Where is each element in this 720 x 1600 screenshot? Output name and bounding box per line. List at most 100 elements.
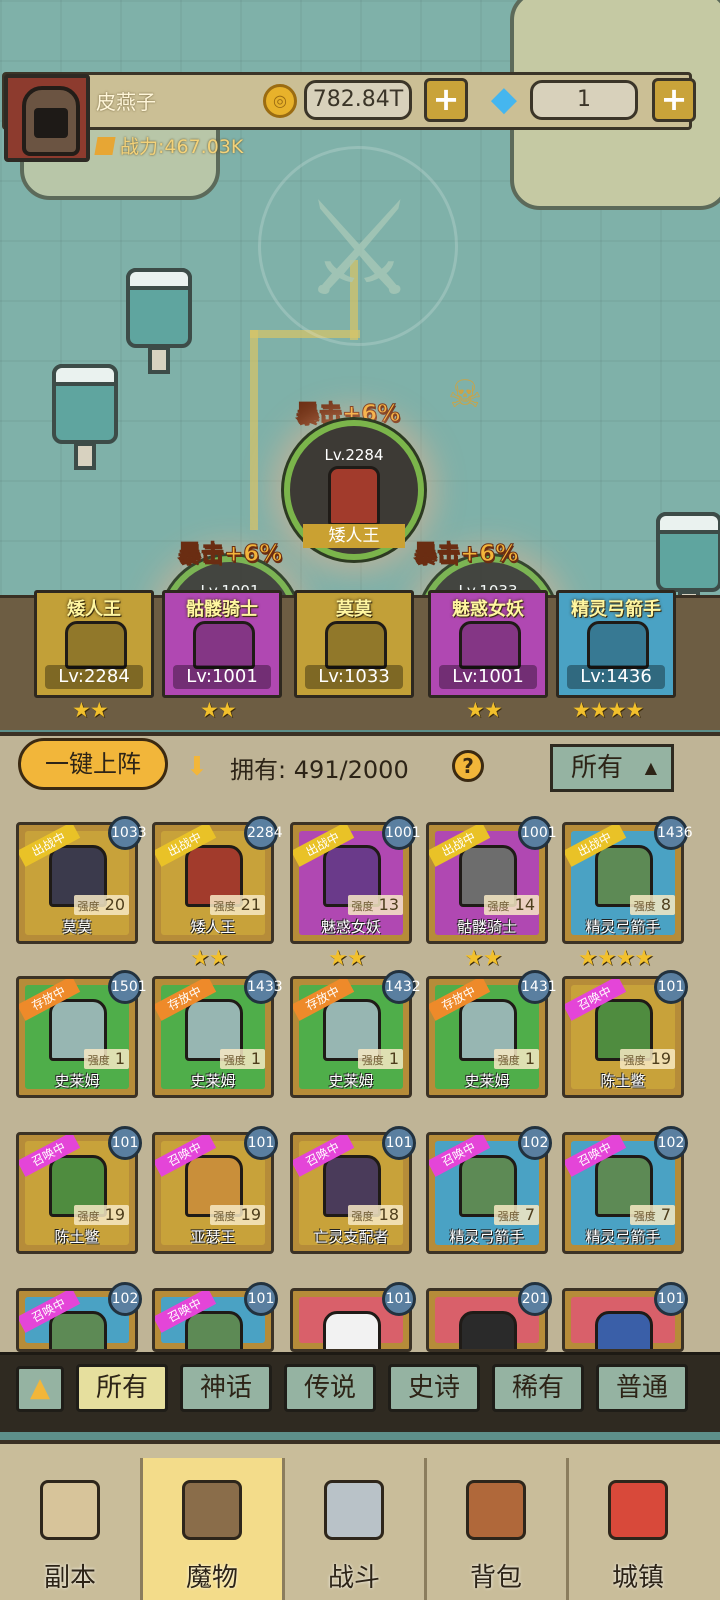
strength-value: 20	[99, 895, 125, 914]
battle-swords-icon[interactable]: ⚔	[258, 146, 458, 346]
leader-name: 矮人王	[302, 524, 406, 548]
deployed-level: Lv:1033	[305, 665, 403, 689]
level-badge: 1001	[518, 816, 557, 850]
dwarf-king-figure	[328, 466, 380, 526]
owned-value: 491/2000	[293, 756, 409, 784]
level-badge: 2284	[244, 816, 283, 850]
strength-label: 强度	[77, 1210, 100, 1223]
strength-value: 19	[235, 1205, 261, 1224]
monster-name: 史莱姆	[464, 1072, 510, 1090]
nav-item[interactable]: 副本	[0, 1458, 140, 1600]
crit-bonus-label: 暴击+6%	[177, 541, 283, 568]
deployed-card[interactable]: 莫莫 Lv:1033	[294, 590, 414, 698]
monster-name: 精灵弓箭手	[585, 918, 661, 936]
star-rating: ★★★★	[578, 946, 654, 971]
monster-figure	[193, 621, 255, 669]
player-name: 皮燕子	[96, 90, 156, 114]
strength-badge: 强度 8	[629, 895, 675, 915]
nav-label: 城镇	[611, 1563, 664, 1593]
rarity-tab[interactable]: 传说	[284, 1364, 376, 1412]
level-badge: 1501	[108, 970, 147, 1004]
swords-icon	[324, 1480, 384, 1540]
nav-divider	[424, 1458, 427, 1600]
snowy-tree	[126, 268, 192, 378]
strength-label: 强度	[87, 1054, 110, 1067]
level-badge: 1433	[244, 970, 283, 1004]
strength-badge: 强度 14	[483, 895, 539, 915]
player-avatar[interactable]	[4, 74, 90, 162]
question-icon[interactable]: ?	[452, 750, 484, 782]
auto-deploy-button[interactable]: 一键上阵	[18, 738, 168, 790]
helmet-icon	[182, 1480, 242, 1540]
nav-label: 战斗	[327, 1563, 380, 1593]
rarity-tab[interactable]: 神话	[180, 1364, 272, 1412]
level-badge: 1432	[382, 970, 421, 1004]
deployed-card[interactable]: 骷髅骑士 Lv:1001	[162, 590, 282, 698]
map-icon	[40, 1480, 100, 1540]
monster-figure	[65, 621, 127, 669]
strength-label: 强度	[633, 1210, 656, 1223]
leader-bubble[interactable]: Lv.2284 矮人王	[284, 420, 424, 560]
strength-label: 强度	[633, 900, 656, 913]
monster-figure	[185, 1311, 243, 1349]
collapse-arrow-icon[interactable]: ▲	[16, 1366, 64, 1412]
strength-value: 19	[99, 1205, 125, 1224]
filter-dropdown[interactable]: 所有 ▲	[550, 744, 674, 792]
deployed-card[interactable]: 矮人王 Lv:2284	[34, 590, 154, 698]
leader-level: Lv.2284	[324, 446, 384, 464]
strength-label: 强度	[351, 900, 374, 913]
level-badge: 1436	[654, 816, 693, 850]
strength-label: 强度	[623, 1054, 646, 1067]
monster-figure	[49, 1311, 107, 1349]
nav-label: 背包	[469, 1563, 522, 1593]
strength-value: 7	[655, 1205, 671, 1224]
owned-label: 拥有:	[230, 756, 287, 784]
rarity-tab[interactable]: 史诗	[388, 1364, 480, 1412]
rarity-tab[interactable]: 普通	[596, 1364, 688, 1412]
level-badge: 1431	[518, 970, 557, 1004]
deployed-name: 莫莫	[336, 599, 372, 620]
nav-item[interactable]: 城镇	[568, 1458, 708, 1600]
map-path	[250, 330, 258, 530]
gold-amount: 782.84T	[304, 80, 412, 120]
deployed-level: Lv:2284	[45, 665, 143, 689]
backpack-icon	[466, 1480, 526, 1540]
star-rating: ★★★★	[572, 698, 644, 722]
nav-item[interactable]: 战斗	[284, 1458, 424, 1600]
strength-value: 13	[373, 895, 399, 914]
strength-value: 1	[519, 1049, 535, 1068]
nav-divider	[282, 1458, 285, 1600]
monster-name: 陈土鳖	[54, 1228, 100, 1246]
nav-divider	[140, 1458, 143, 1600]
level-badge: 101	[244, 1282, 278, 1316]
strength-value: 1	[383, 1049, 399, 1068]
level-badge: 101	[382, 1282, 416, 1316]
deployed-card[interactable]: 精灵弓箭手 Lv:1436	[556, 590, 676, 698]
level-badge: 101	[654, 970, 688, 1004]
strength-badge: 强度 1	[83, 1049, 129, 1069]
rarity-tab[interactable]: 稀有	[492, 1364, 584, 1412]
strength-label: 强度	[361, 1054, 384, 1067]
level-badge: 101	[244, 1126, 278, 1160]
deployed-name: 矮人王	[67, 599, 121, 620]
deployed-name: 精灵弓箭手	[571, 599, 661, 620]
strength-value: 14	[509, 895, 535, 914]
add-gem-button[interactable]: +	[652, 78, 696, 122]
nav-label: 副本	[43, 1563, 96, 1593]
deployed-name: 骷髅骑士	[186, 599, 258, 620]
level-badge: 102	[654, 1126, 688, 1160]
nav-item[interactable]: 魔物	[142, 1458, 282, 1600]
deployed-card[interactable]: 魅惑女妖 Lv:1001	[428, 590, 548, 698]
skull-icon: ☠	[448, 372, 483, 416]
gem-amount: 1	[530, 80, 638, 120]
add-gold-button[interactable]: +	[424, 78, 468, 122]
star-rating: ★★	[190, 946, 228, 971]
strength-value: 19	[645, 1049, 671, 1068]
monster-name: 矮人王	[190, 918, 236, 936]
level-badge: 101	[382, 1126, 416, 1160]
monster-name: 史莱姆	[190, 1072, 236, 1090]
visor-icon	[34, 108, 68, 138]
monster-name: 精灵弓箭手	[585, 1228, 661, 1246]
rarity-tab[interactable]: 所有	[76, 1364, 168, 1412]
nav-item[interactable]: 背包	[426, 1458, 566, 1600]
